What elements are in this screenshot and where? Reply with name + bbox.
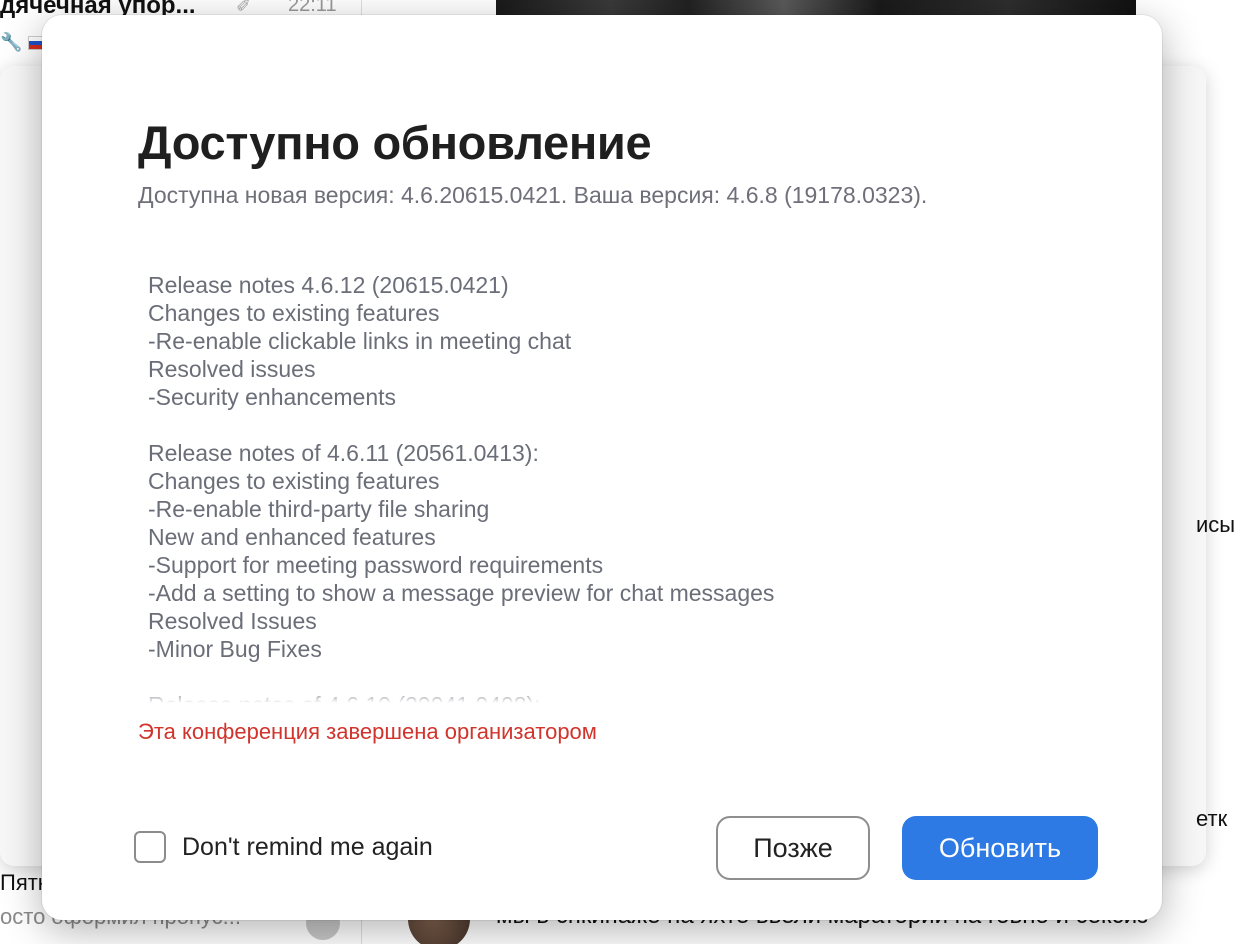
release-note-line: Release notes 4.6.12 (20615.0421) (148, 272, 509, 298)
release-note-line: -Support for meeting password requiremen… (148, 552, 604, 578)
release-note-line: Resolved issues (148, 356, 316, 382)
release-note-line (148, 663, 1048, 691)
background-snippet: етк (1196, 806, 1228, 831)
later-button[interactable]: Позже (716, 816, 870, 880)
dont-remind-checkbox[interactable] (134, 831, 166, 863)
dont-remind-checkbox-row[interactable]: Don't remind me again (134, 830, 433, 864)
dont-remind-label[interactable]: Don't remind me again (182, 833, 433, 862)
background-snippet: исы (1196, 512, 1236, 537)
release-note-line: Changes to existing features (148, 468, 440, 494)
background-status-icons: 🔧 (0, 32, 47, 53)
release-note-line: -Re-enable third-party file sharing (148, 496, 490, 522)
release-notes-fade (148, 689, 1048, 703)
dialog-title: Доступно обновление (138, 116, 652, 169)
release-notes-list: Release notes 4.6.12 (20615.0421) Changes… (148, 271, 1048, 703)
release-note-line: -Re-enable clickable links in meeting ch… (148, 328, 572, 354)
release-notes-scroll-area[interactable]: Release notes 4.6.12 (20615.0421) Changes… (148, 271, 1048, 703)
wrench-icon: 🔧 (0, 32, 23, 52)
release-note-line: Changes to existing features (148, 300, 440, 326)
release-note-line: -Security enhancements (148, 384, 397, 410)
update-dialog: Доступно обновление Доступна новая верси… (42, 15, 1162, 920)
release-note-line: New and enhanced features (148, 524, 436, 550)
release-note-line (148, 411, 1048, 439)
version-info: Доступна новая версия: 4.6.20615.0421. В… (138, 182, 928, 208)
meeting-ended-notice: Эта конференция завершена организатором (138, 719, 597, 744)
release-note-line: Resolved Issues (148, 608, 317, 634)
release-note-line: Release notes of 4.6.11 (20561.0413): (148, 440, 539, 466)
update-button[interactable]: Обновить (902, 816, 1098, 880)
release-note-line: -Add a setting to show a message preview… (148, 580, 775, 606)
release-note-line: -Minor Bug Fixes (148, 636, 322, 662)
